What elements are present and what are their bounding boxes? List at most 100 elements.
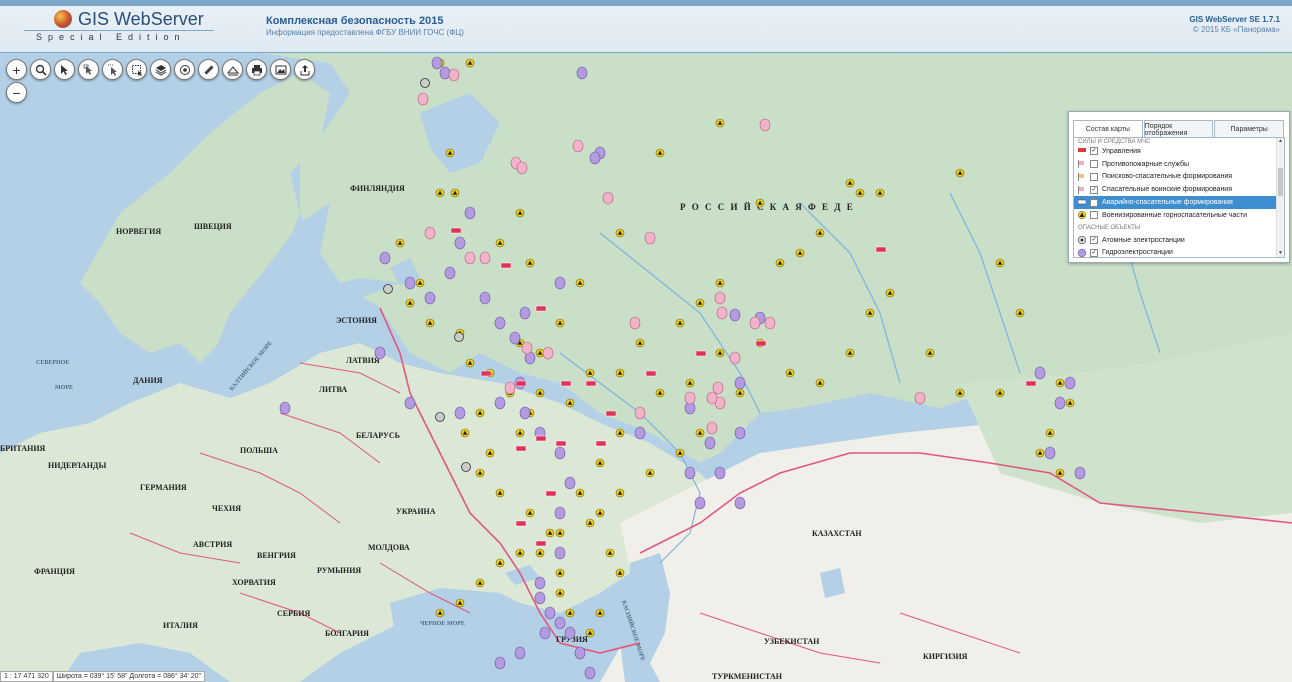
military-rescue-marker[interactable] [504, 381, 516, 395]
legend-list[interactable]: СИЛЫ И СРЕДСТВА МЧС Управления Противопо… [1073, 137, 1285, 258]
hydro-station-marker[interactable] [554, 506, 566, 520]
hydro-station-marker[interactable] [279, 401, 291, 415]
military-rescue-marker[interactable] [712, 381, 724, 395]
management-flag-marker[interactable] [605, 410, 617, 417]
legend-checkbox[interactable] [1090, 185, 1098, 194]
nuclear-plant-marker[interactable] [461, 462, 471, 472]
print-button[interactable] [246, 59, 267, 80]
hydro-station-marker[interactable] [519, 306, 531, 320]
hydro-station-marker[interactable] [694, 496, 706, 510]
scroll-down-icon[interactable]: ▼ [1277, 250, 1284, 257]
hydro-station-marker[interactable] [494, 316, 506, 330]
hydro-station-marker[interactable] [564, 476, 576, 490]
management-flag-marker[interactable] [755, 340, 767, 347]
management-flag-marker[interactable] [450, 227, 462, 234]
military-rescue-marker[interactable] [684, 391, 696, 405]
military-rescue-marker[interactable] [764, 316, 776, 330]
hydro-station-marker[interactable] [1064, 376, 1076, 390]
military-rescue-marker[interactable] [634, 406, 646, 420]
military-rescue-marker[interactable] [464, 251, 476, 265]
legend-checkbox[interactable] [1090, 172, 1098, 181]
hydro-station-marker[interactable] [494, 396, 506, 410]
hydro-station-marker[interactable] [374, 346, 386, 360]
select-arrow-button[interactable] [78, 59, 99, 80]
management-flag-marker[interactable] [535, 305, 547, 312]
legend-checkbox[interactable] [1090, 248, 1098, 257]
nuclear-plant-marker[interactable] [435, 412, 445, 422]
hydro-station-marker[interactable] [554, 616, 566, 630]
hydro-station-marker[interactable] [729, 308, 741, 322]
management-flag-marker[interactable] [545, 490, 557, 497]
management-flag-marker[interactable] [535, 435, 547, 442]
layers-button[interactable] [150, 59, 171, 80]
hydro-station-marker[interactable] [704, 436, 716, 450]
legend-checkbox[interactable] [1090, 160, 1098, 169]
military-rescue-marker[interactable] [716, 306, 728, 320]
hydro-station-marker[interactable] [494, 656, 506, 670]
military-rescue-marker[interactable] [602, 191, 614, 205]
hydro-station-marker[interactable] [1034, 366, 1046, 380]
military-rescue-marker[interactable] [521, 341, 533, 355]
hydro-station-marker[interactable] [514, 646, 526, 660]
hydro-station-marker[interactable] [454, 406, 466, 420]
military-rescue-marker[interactable] [479, 251, 491, 265]
management-flag-marker[interactable] [515, 380, 527, 387]
target-button[interactable] [174, 59, 195, 80]
legend-checkbox[interactable] [1090, 236, 1098, 245]
hydro-station-marker[interactable] [634, 426, 646, 440]
military-rescue-marker[interactable] [759, 118, 771, 132]
management-flag-marker[interactable] [500, 262, 512, 269]
tab-display-order[interactable]: Порядок отображения [1143, 120, 1214, 138]
hydro-station-marker[interactable] [424, 291, 436, 305]
legend-checkbox[interactable] [1090, 211, 1098, 220]
legend-row-emergency-rescue[interactable]: Аварийно-спасательные формирования [1074, 196, 1284, 209]
export-image-button[interactable] [270, 59, 291, 80]
zoom-in-button[interactable]: + [6, 59, 27, 80]
hydro-station-marker[interactable] [534, 591, 546, 605]
hydro-station-marker[interactable] [554, 546, 566, 560]
scroll-up-icon[interactable]: ▲ [1277, 138, 1284, 145]
hydro-station-marker[interactable] [444, 266, 456, 280]
management-flag-marker[interactable] [645, 370, 657, 377]
military-rescue-marker[interactable] [572, 139, 584, 153]
hydro-station-marker[interactable] [734, 426, 746, 440]
management-flag-marker[interactable] [560, 380, 572, 387]
management-flag-marker[interactable] [595, 440, 607, 447]
area-measure-button[interactable] [222, 59, 243, 80]
management-flag-marker[interactable] [515, 520, 527, 527]
hydro-station-marker[interactable] [1054, 396, 1066, 410]
military-rescue-marker[interactable] [706, 421, 718, 435]
military-rescue-marker[interactable] [629, 316, 641, 330]
hydro-station-marker[interactable] [509, 331, 521, 345]
legend-scrollbar[interactable]: ▲ ▼ [1276, 138, 1284, 257]
management-flag-marker[interactable] [1025, 380, 1037, 387]
military-rescue-marker[interactable] [729, 351, 741, 365]
hydro-station-marker[interactable] [404, 276, 416, 290]
nuclear-plant-marker[interactable] [383, 284, 393, 294]
hydro-station-marker[interactable] [479, 291, 491, 305]
military-rescue-marker[interactable] [542, 346, 554, 360]
management-flag-marker[interactable] [480, 370, 492, 377]
legend-row-management[interactable]: Управления [1074, 145, 1284, 158]
nuclear-plant-marker[interactable] [454, 332, 464, 342]
hydro-station-marker[interactable] [684, 466, 696, 480]
hydro-station-marker[interactable] [734, 376, 746, 390]
select-pointer-button[interactable] [54, 59, 75, 80]
hydro-station-marker[interactable] [454, 236, 466, 250]
military-rescue-marker[interactable] [749, 316, 761, 330]
map-canvas[interactable]: ФИНЛЯНДИЯ НОРВЕГИЯ ШВЕЦИЯ ЭСТОНИЯ ЛАТВИЯ… [0, 53, 1292, 682]
legend-row-military-rescue[interactable]: Спасательные воинские формирования [1074, 183, 1284, 196]
ruler-button[interactable] [198, 59, 219, 80]
military-rescue-marker[interactable] [516, 161, 528, 175]
hydro-station-marker[interactable] [576, 66, 588, 80]
management-flag-marker[interactable] [695, 350, 707, 357]
management-flag-marker[interactable] [585, 380, 597, 387]
legend-checkbox[interactable] [1090, 147, 1098, 156]
hydro-station-marker[interactable] [734, 496, 746, 510]
hydro-station-marker[interactable] [544, 606, 556, 620]
legend-row-hydro[interactable]: Гидроэлектростанции [1074, 247, 1284, 257]
hydro-station-marker[interactable] [439, 66, 451, 80]
hydro-station-marker[interactable] [574, 646, 586, 660]
hydro-station-marker[interactable] [584, 666, 596, 680]
legend-row-fire-services[interactable]: Противопожарные службы [1074, 158, 1284, 171]
